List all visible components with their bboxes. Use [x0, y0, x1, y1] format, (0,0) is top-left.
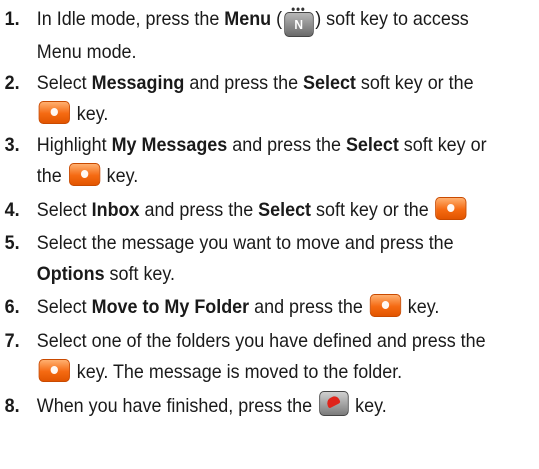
step-number: 6.: [4, 296, 20, 318]
select-term: Select: [258, 199, 312, 221]
step-text: Select one of the folders you have defin…: [36, 330, 486, 383]
step-number: 2.: [4, 72, 20, 94]
step-text: When you have finished, press the key.: [37, 391, 538, 422]
move-to-my-folder-term: Move to My Folder: [91, 296, 250, 318]
step-number: 3.: [4, 134, 20, 156]
step-text: Select Inbox and press the Select soft k…: [37, 195, 538, 226]
step-text: Select the message you want to move and …: [36, 232, 454, 285]
select-term: Select: [303, 72, 356, 94]
menu-term: Menu: [224, 8, 272, 30]
menu-soft-key-icon: ••• N: [283, 3, 314, 37]
step-number: 5.: [4, 232, 20, 254]
step-text: Select Messaging and press the Select so…: [36, 72, 474, 125]
messaging-term: Messaging: [91, 72, 185, 94]
step-number: 7.: [4, 330, 20, 352]
step-number: 8.: [4, 395, 20, 417]
step-text: In Idle mode, press the Menu (••• N) soft…: [36, 2, 469, 63]
select-term: Select: [345, 134, 399, 156]
orange-select-key-icon: [369, 294, 401, 317]
orange-select-key-icon: [38, 101, 70, 124]
orange-select-key-icon: [38, 359, 70, 382]
inbox-term: Inbox: [91, 199, 140, 221]
step-text: Select Move to My Folder and press the k…: [36, 294, 440, 318]
my-messages-term: My Messages: [111, 134, 228, 156]
red-end-key-icon: [318, 391, 349, 416]
orange-select-key-icon: [68, 163, 100, 186]
orange-select-key-icon: [435, 197, 467, 220]
step-number: 4.: [4, 199, 20, 221]
step-number: 1.: [4, 8, 20, 30]
options-term: Options: [36, 263, 105, 285]
step-text: Highlight My Messages and press the Sele…: [36, 134, 487, 187]
